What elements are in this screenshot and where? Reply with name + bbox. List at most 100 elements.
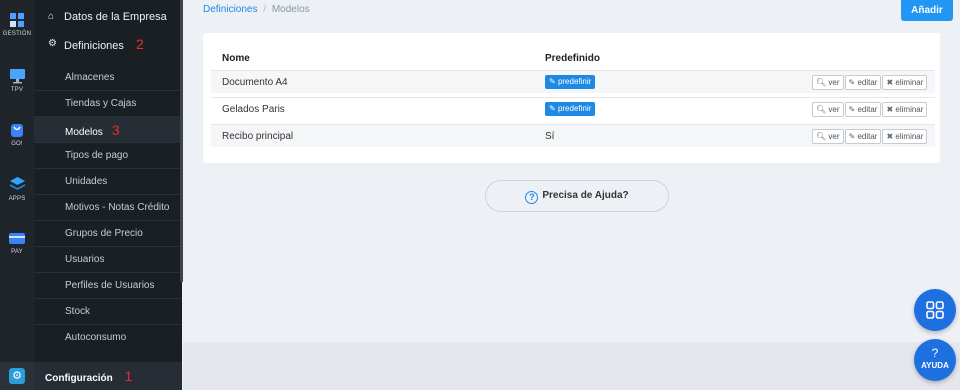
bag-icon xyxy=(11,124,23,137)
sidebar-item-label: Grupos de Precio xyxy=(65,228,143,239)
action-label: ver xyxy=(828,78,840,87)
help-fab-label: AYUDA xyxy=(921,361,949,370)
edit-icon: ✎ xyxy=(848,78,856,87)
edit-icon: ✎ xyxy=(549,104,558,113)
annotation-mark: 1 xyxy=(124,368,133,384)
rail-label: TPV xyxy=(10,87,24,93)
search-icon: 🔍︎ xyxy=(816,105,827,114)
sidebar-item-label: Almacenes xyxy=(65,72,115,83)
edit-button[interactable]: ✎ editar xyxy=(844,75,882,90)
action-label: editar xyxy=(857,132,878,141)
sidebar: ⌂ Datos de la Empresa ⚙ Definiciones 2 A… xyxy=(34,0,182,390)
dashboard-icon xyxy=(10,13,24,27)
view-button[interactable]: 🔍︎ ver xyxy=(812,129,844,144)
sidebar-item-tipos-pago[interactable]: Tipos de pago xyxy=(34,143,182,169)
sidebar-item-autoconsumo[interactable]: Autoconsumo xyxy=(34,325,182,351)
sidebar-item-label: Modelos xyxy=(65,127,103,138)
sidebar-item-grupos-precio[interactable]: Grupos de Precio xyxy=(34,221,182,247)
delete-button[interactable]: ✖ eliminar xyxy=(882,75,928,90)
action-label: editar xyxy=(857,78,878,87)
sidebar-item-label: Stock xyxy=(65,306,91,317)
sidebar-item-unidades[interactable]: Unidades xyxy=(34,169,182,195)
sidebar-item-label: Tipos de pago xyxy=(65,150,129,161)
rail-label: GO! xyxy=(11,141,23,147)
monitor-icon xyxy=(9,69,25,84)
rail-label: GESTIÓN xyxy=(2,31,32,37)
home-icon: ⌂ xyxy=(48,11,55,22)
action-label: editar xyxy=(857,105,878,114)
row-actions: 🔍︎ ver ✎ editar ✖ eliminar xyxy=(811,75,928,90)
view-button[interactable]: 🔍︎ ver xyxy=(812,102,844,117)
help-fab[interactable]: ? AYUDA xyxy=(914,339,956,381)
add-button[interactable]: Añadir xyxy=(901,0,953,21)
sidebar-item-label: Configuración xyxy=(45,373,113,384)
rail-config[interactable]: ⚙ xyxy=(0,362,34,390)
action-label: eliminar xyxy=(895,105,924,114)
sidebar-item-label: Perfiles de Usuarios xyxy=(65,280,155,291)
rail-item-apps[interactable]: APPS xyxy=(0,176,34,202)
predefinir-button[interactable]: ✎ predefinir xyxy=(545,75,596,89)
sidebar-item-label: Motivos - Notas Crédito xyxy=(65,202,170,213)
sidebar-item-label: Unidades xyxy=(65,176,108,187)
delete-button[interactable]: ✖ eliminar xyxy=(882,102,928,117)
column-header-name: Nome xyxy=(222,53,250,64)
edit-icon: ✎ xyxy=(549,77,558,86)
help-pill-label: Precisa de Ajuda? xyxy=(542,190,629,201)
breadcrumb-link-definiciones[interactable]: Definiciones xyxy=(203,4,257,15)
row-name: Documento A4 xyxy=(222,77,288,88)
question-icon: ? xyxy=(931,346,939,360)
action-label: ver xyxy=(828,132,840,141)
close-icon: ✖ xyxy=(886,78,894,87)
rail-item-tpv[interactable]: TPV xyxy=(0,68,34,93)
row-actions: 🔍︎ ver ✎ editar ✖ eliminar xyxy=(811,129,928,144)
app-rail: GESTIÓN TPV GO! APPS PAY ⚙ xyxy=(0,0,34,390)
sidebar-item-label: Autoconsumo xyxy=(65,332,127,343)
grid-icon xyxy=(926,301,944,319)
sidebar-item-modelos[interactable]: Modelos 3 xyxy=(34,117,182,143)
sidebar-item-label: Definiciones xyxy=(64,40,124,52)
predefinir-button[interactable]: ✎ predefinir xyxy=(545,102,596,116)
badge-label: predefinir xyxy=(557,104,592,113)
action-label: eliminar xyxy=(895,78,924,87)
column-header-predef: Predefinido xyxy=(545,53,601,64)
rail-item-pay[interactable]: PAY xyxy=(0,231,34,255)
rail-item-gestion[interactable]: GESTIÓN xyxy=(0,12,34,37)
rail-label: APPS xyxy=(8,196,26,202)
sidebar-item-configuracion[interactable]: Configuración 1 xyxy=(34,362,182,390)
sidebar-item-stock[interactable]: Stock xyxy=(34,299,182,325)
card-icon xyxy=(9,233,25,244)
sidebar-item-definiciones[interactable]: ⚙ Definiciones 2 xyxy=(34,31,182,57)
sidebar-item-motivos[interactable]: Motivos - Notas Crédito xyxy=(34,195,182,221)
sidebar-item-label: Usuarios xyxy=(65,254,105,265)
edit-button[interactable]: ✎ editar xyxy=(844,129,882,144)
question-icon: ? xyxy=(525,191,539,204)
close-icon: ✖ xyxy=(886,105,894,114)
edit-button[interactable]: ✎ editar xyxy=(844,102,882,117)
search-icon: 🔍︎ xyxy=(816,132,827,141)
sidebar-item-usuarios[interactable]: Usuarios xyxy=(34,247,182,273)
main-content: Definiciones / Modelos Añadir Nome Prede… xyxy=(183,0,960,390)
layers-icon xyxy=(9,177,25,190)
sidebar-item-empresa[interactable]: ⌂ Datos de la Empresa xyxy=(34,4,182,30)
row-name: Gelados Paris xyxy=(222,104,285,115)
sidebar-item-perfiles[interactable]: Perfiles de Usuarios xyxy=(34,273,182,299)
sidebar-item-almacenes[interactable]: Almacenes xyxy=(34,65,182,91)
rail-item-go[interactable]: GO! xyxy=(0,122,34,147)
delete-button[interactable]: ✖ eliminar xyxy=(882,129,928,144)
table-row: Gelados Paris ✎ predefinir 🔍︎ ver ✎ edita… xyxy=(211,97,935,120)
table-row: Documento A4 ✎ predefinir 🔍︎ ver ✎ editar… xyxy=(211,70,935,93)
edit-icon: ✎ xyxy=(848,132,856,141)
breadcrumb-separator: / xyxy=(263,4,267,15)
apps-grid-fab[interactable] xyxy=(914,289,956,331)
row-predef-value: Sí xyxy=(545,131,555,142)
badge-label: predefinir xyxy=(557,77,592,86)
action-label: ver xyxy=(828,105,840,114)
sidebar-item-tiendas[interactable]: Tiendas y Cajas xyxy=(34,91,182,117)
action-label: eliminar xyxy=(895,132,924,141)
gear-icon: ⚙ xyxy=(9,368,25,384)
view-button[interactable]: 🔍︎ ver xyxy=(812,75,844,90)
help-pill-button[interactable]: ? Precisa de Ajuda? xyxy=(485,180,669,212)
close-icon: ✖ xyxy=(886,132,894,141)
annotation-mark: 2 xyxy=(135,36,144,52)
annotation-mark: 3 xyxy=(111,122,120,138)
